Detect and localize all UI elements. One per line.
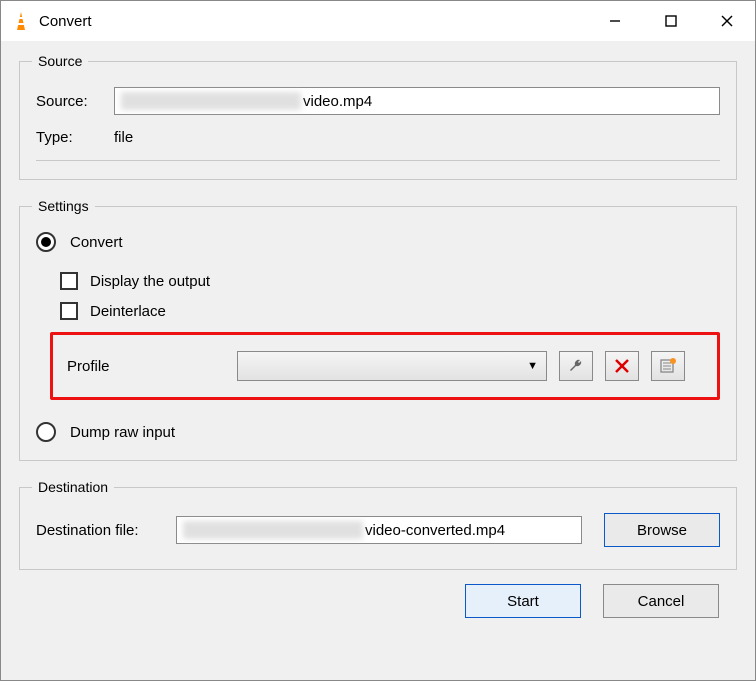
window-title: Convert bbox=[39, 13, 587, 30]
source-group: Source Source: video.mp4 Type: file bbox=[19, 53, 737, 180]
source-input[interactable]: video.mp4 bbox=[114, 87, 720, 115]
display-output-checkbox[interactable] bbox=[60, 272, 78, 290]
convert-radio[interactable] bbox=[36, 232, 56, 252]
convert-radio-row[interactable]: Convert bbox=[36, 232, 720, 252]
browse-button[interactable]: Browse bbox=[604, 513, 720, 547]
profile-select[interactable]: ▼ bbox=[237, 351, 547, 381]
deinterlace-label: Deinterlace bbox=[90, 303, 166, 320]
content-area: Source Source: video.mp4 Type: file Sett… bbox=[1, 41, 755, 680]
deinterlace-checkbox[interactable] bbox=[60, 302, 78, 320]
edit-profile-button[interactable] bbox=[559, 351, 593, 381]
vlc-icon bbox=[11, 11, 31, 31]
minimize-button[interactable] bbox=[587, 1, 643, 41]
redacted-path bbox=[121, 92, 301, 110]
destination-filename: video-converted.mp4 bbox=[365, 522, 505, 539]
window-controls bbox=[587, 1, 755, 41]
type-label: Type: bbox=[36, 129, 114, 146]
destination-group: Destination Destination file: video-conv… bbox=[19, 479, 737, 570]
start-label: Start bbox=[507, 593, 539, 610]
destination-input[interactable]: video-converted.mp4 bbox=[176, 516, 582, 544]
profile-highlight: Profile ▼ bbox=[50, 332, 720, 400]
close-button[interactable] bbox=[699, 1, 755, 41]
cancel-label: Cancel bbox=[638, 593, 685, 610]
dialog-buttons: Start Cancel bbox=[19, 584, 737, 632]
destination-legend: Destination bbox=[32, 479, 114, 495]
destination-label: Destination file: bbox=[36, 522, 176, 539]
titlebar: Convert bbox=[1, 1, 755, 41]
chevron-down-icon: ▼ bbox=[527, 360, 538, 372]
start-button[interactable]: Start bbox=[465, 584, 581, 618]
source-filename: video.mp4 bbox=[303, 93, 372, 110]
source-legend: Source bbox=[32, 53, 88, 69]
dump-label: Dump raw input bbox=[70, 424, 175, 441]
profile-label: Profile bbox=[67, 358, 237, 375]
list-new-icon bbox=[659, 357, 677, 375]
settings-group: Settings Convert Display the output Dein… bbox=[19, 198, 737, 461]
display-output-label: Display the output bbox=[90, 273, 210, 290]
maximize-button[interactable] bbox=[643, 1, 699, 41]
wrench-icon bbox=[567, 357, 585, 375]
source-label: Source: bbox=[36, 93, 114, 110]
dump-radio[interactable] bbox=[36, 422, 56, 442]
convert-dialog: Convert Source Source: video.mp4 Type: f… bbox=[0, 0, 756, 681]
redacted-dest-path bbox=[183, 521, 363, 539]
display-output-row[interactable]: Display the output bbox=[60, 272, 720, 290]
x-icon bbox=[613, 357, 631, 375]
settings-legend: Settings bbox=[32, 198, 95, 214]
type-value: file bbox=[114, 129, 133, 146]
browse-label: Browse bbox=[637, 522, 687, 539]
new-profile-button[interactable] bbox=[651, 351, 685, 381]
convert-label: Convert bbox=[70, 234, 123, 251]
dump-radio-row[interactable]: Dump raw input bbox=[36, 422, 720, 442]
cancel-button[interactable]: Cancel bbox=[603, 584, 719, 618]
deinterlace-row[interactable]: Deinterlace bbox=[60, 302, 720, 320]
delete-profile-button[interactable] bbox=[605, 351, 639, 381]
source-divider bbox=[36, 160, 720, 161]
